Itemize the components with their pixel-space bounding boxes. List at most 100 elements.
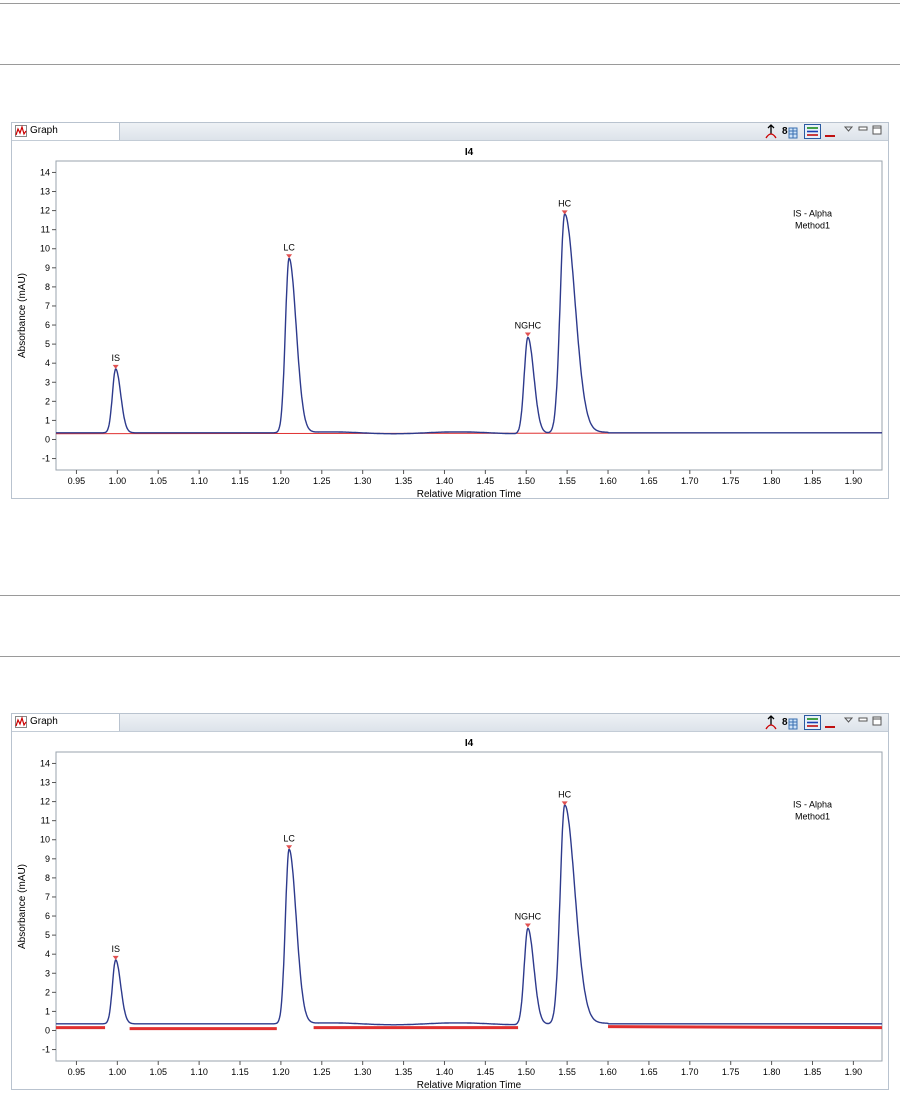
peak-marker-icon[interactable] (764, 715, 778, 730)
x-tick-label: 1.75 (722, 476, 740, 486)
peak-marker-icon[interactable] (764, 124, 778, 139)
divider-line (0, 3, 900, 4)
x-tick-label: 1.40 (436, 1067, 454, 1077)
maximize-icon[interactable] (872, 715, 882, 730)
y-tick-label: 10 (40, 244, 50, 254)
x-tick-label: 1.35 (395, 476, 413, 486)
baseline-icon[interactable] (824, 715, 836, 730)
y-tick-label: 0 (45, 1025, 50, 1035)
chromatogram-chart: I4-1012345678910111213140.95 1.00 1.05 1.10… (17, 738, 883, 1089)
peak-label: IS (111, 944, 120, 954)
x-tick-label: 1.55 (558, 476, 576, 486)
peak-label: IS (111, 353, 120, 363)
peak-label: NGHC (515, 911, 542, 921)
y-tick-label: 6 (45, 911, 50, 921)
minimize-icon[interactable] (858, 124, 868, 139)
y-tick-label: 13 (40, 778, 50, 788)
x-tick-label: 1.60 (599, 476, 617, 486)
graph-view-icon (15, 716, 27, 728)
trace-colors-icon[interactable] (804, 124, 821, 139)
x-tick-label: 1.25 (313, 476, 331, 486)
y-tick-label: -1 (42, 1045, 50, 1055)
y-tick-label: 9 (45, 854, 50, 864)
x-tick-label: 1.00 (109, 476, 127, 486)
method-annotation: IS - Alpha (793, 208, 832, 218)
y-tick-label: 7 (45, 301, 50, 311)
legend-table-icon[interactable]: 8 (782, 715, 798, 730)
y-tick-label: 8 (45, 282, 50, 292)
chromatogram-chart: I4-1012345678910111213140.95 1.00 1.05 1.10… (17, 147, 883, 498)
x-tick-label: 1.75 (722, 1067, 740, 1077)
y-tick-label: 6 (45, 320, 50, 330)
x-tick-label: 1.25 (313, 1067, 331, 1077)
x-tick-label: 1.35 (395, 1067, 413, 1077)
y-tick-label: 14 (40, 167, 50, 177)
tab-graph[interactable]: Graph (12, 714, 120, 731)
x-tick-label: 1.00 (109, 1067, 127, 1077)
method-annotation: Method1 (795, 811, 830, 821)
x-tick-label: 1.40 (436, 476, 454, 486)
x-tick-label: 1.50 (517, 1067, 535, 1077)
x-tick-label: 1.05 (149, 476, 167, 486)
y-axis-label: Absorbance (mAU) (17, 273, 28, 358)
x-tick-label: 1.90 (845, 476, 863, 486)
peak-label: LC (283, 833, 295, 843)
legend-table-icon[interactable]: 8 (782, 124, 798, 139)
x-axis-label: Relative Migration Time (417, 489, 522, 498)
y-tick-label: 7 (45, 892, 50, 902)
y-tick-label: 5 (45, 339, 50, 349)
svg-text:8: 8 (782, 126, 788, 137)
tab-label: Graph (30, 125, 58, 136)
x-tick-label: 1.90 (845, 1067, 863, 1077)
x-tick-label: 1.65 (640, 1067, 658, 1077)
peak-label: LC (283, 242, 295, 252)
svg-text:8: 8 (782, 717, 788, 728)
y-tick-label: -1 (42, 454, 50, 464)
x-tick-label: 1.60 (599, 1067, 617, 1077)
chart-title: I4 (465, 147, 474, 158)
x-axis-label: Relative Migration Time (417, 1080, 522, 1089)
view-menu-icon[interactable] (844, 124, 853, 139)
y-tick-label: 3 (45, 968, 50, 978)
tab-graph[interactable]: Graph (12, 123, 120, 140)
y-tick-label: 8 (45, 873, 50, 883)
x-tick-label: 1.30 (354, 476, 372, 486)
plot-area (55, 160, 883, 471)
x-tick-label: 1.55 (558, 1067, 576, 1077)
y-tick-label: 1 (45, 415, 50, 425)
y-tick-label: 5 (45, 930, 50, 940)
y-tick-label: 12 (40, 797, 50, 807)
x-tick-label: 1.85 (804, 476, 822, 486)
y-tick-label: 3 (45, 377, 50, 387)
x-tick-label: 1.20 (272, 476, 290, 486)
minimize-icon[interactable] (858, 715, 868, 730)
x-tick-label: 1.50 (517, 476, 535, 486)
x-tick-label: 1.05 (149, 1067, 167, 1077)
peak-label: HC (558, 789, 571, 799)
divider-line (0, 595, 900, 596)
maximize-icon[interactable] (872, 124, 882, 139)
y-tick-label: 4 (45, 949, 50, 959)
trace-colors-icon[interactable] (804, 715, 821, 730)
graph-view-icon (15, 125, 27, 137)
x-tick-label: 1.15 (231, 1067, 249, 1077)
view-toolbar: 8 (764, 715, 884, 730)
view-menu-icon[interactable] (844, 715, 853, 730)
x-tick-label: 1.10 (190, 476, 208, 486)
view-tab-bar: Graph 8 (12, 123, 888, 141)
graph-panel: Graph 8 I4 -1 0 1 2 3 4 5 6 7 8 9 10 11 … (11, 713, 889, 1090)
view-toolbar: 8 (764, 124, 884, 139)
y-tick-label: 11 (41, 816, 50, 826)
x-tick-label: 1.85 (804, 1067, 822, 1077)
x-tick-label: 1.10 (190, 1067, 208, 1077)
x-tick-label: 1.45 (477, 1067, 495, 1077)
x-tick-label: 1.65 (640, 476, 658, 486)
y-tick-label: 2 (45, 987, 50, 997)
baseline-icon[interactable] (824, 124, 836, 139)
method-annotation: IS - Alpha (793, 799, 832, 809)
x-tick-label: 0.95 (68, 1067, 86, 1077)
x-tick-label: 0.95 (68, 476, 86, 486)
y-tick-label: 1 (45, 1006, 50, 1016)
y-tick-label: 9 (45, 263, 50, 273)
y-tick-label: 11 (41, 225, 50, 235)
